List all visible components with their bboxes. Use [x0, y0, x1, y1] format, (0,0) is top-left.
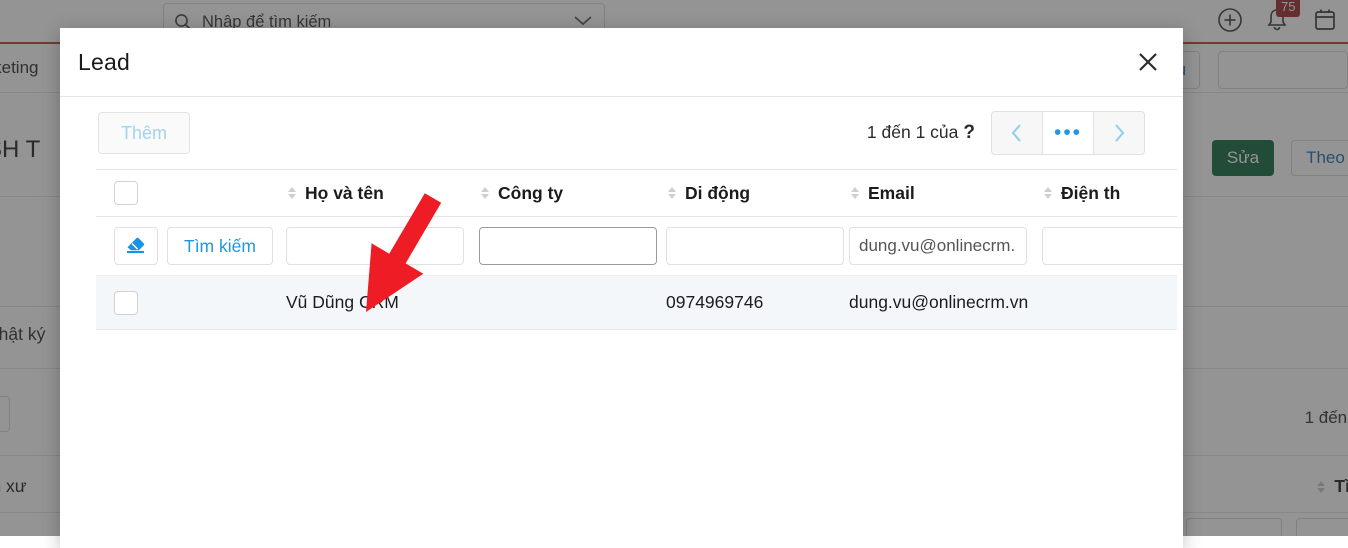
pagination-more-button[interactable]: ••• — [1043, 112, 1094, 154]
column-header-company[interactable]: Công ty — [479, 169, 666, 217]
cell-name: Vũ Dũng CRM — [286, 275, 479, 330]
filter-cell-tools: Tìm kiếm — [96, 216, 286, 276]
select-all-checkbox[interactable] — [114, 181, 138, 205]
column-header-name-label: Họ và tên — [305, 182, 384, 203]
cell-company — [479, 275, 666, 330]
column-header-name[interactable]: Họ và tên — [286, 169, 479, 217]
row-select-cell[interactable] — [96, 275, 286, 330]
column-header-email[interactable]: Email — [849, 169, 1042, 217]
modal-title: Lead — [78, 48, 130, 75]
chevron-left-icon[interactable] — [992, 112, 1043, 154]
filter-cell-mobile — [666, 216, 849, 276]
filter-cell-email — [849, 216, 1042, 276]
column-header-company-label: Công ty — [498, 182, 564, 203]
pagination-total-unknown: ? — [963, 122, 975, 143]
lead-table: Họ và tên Công ty Di động Email Điện th … — [96, 169, 1183, 330]
row-checkbox[interactable] — [114, 290, 138, 315]
sort-icon — [1044, 187, 1052, 199]
sort-icon — [288, 187, 296, 199]
modal-header: Lead — [60, 28, 1183, 97]
cell-phone — [1042, 275, 1177, 330]
filter-input-email[interactable] — [849, 227, 1027, 265]
filter-input-phone[interactable] — [1042, 227, 1183, 265]
column-header-mobile-label: Di động — [685, 182, 751, 203]
chevron-right-icon[interactable] — [1094, 112, 1144, 154]
table-header-row: Họ và tên Công ty Di động Email Điện th — [96, 169, 1177, 217]
column-header-email-label: Email — [868, 182, 915, 203]
clear-filters-button[interactable] — [114, 227, 158, 265]
sort-icon — [851, 187, 859, 199]
column-header-select-all[interactable] — [96, 169, 286, 217]
pagination: 1 đến 1 của? ••• — [867, 111, 1145, 155]
lead-table-container: Họ và tên Công ty Di động Email Điện th … — [60, 169, 1183, 330]
eraser-icon — [124, 233, 148, 260]
pagination-buttons: ••• — [991, 111, 1145, 155]
lead-modal: Lead Thêm 1 đến 1 của? ••• Họ và tên Côn… — [60, 28, 1183, 548]
filter-input-name[interactable] — [286, 227, 464, 265]
filter-cell-company — [479, 216, 666, 276]
add-button[interactable]: Thêm — [98, 112, 190, 154]
cell-email: dung.vu@onlinecrm.vn — [849, 275, 1042, 330]
column-header-phone[interactable]: Điện th — [1042, 169, 1177, 217]
pagination-range: 1 đến 1 của — [866, 122, 959, 142]
modal-toolbar: Thêm 1 đến 1 của? ••• — [60, 97, 1183, 169]
filter-cell-name — [286, 216, 479, 276]
column-header-mobile[interactable]: Di động — [666, 169, 849, 217]
cell-mobile: 0974969746 — [666, 275, 849, 330]
sort-icon — [668, 187, 676, 199]
sort-icon — [481, 187, 489, 199]
close-icon[interactable] — [1131, 45, 1165, 79]
filter-cell-phone — [1042, 216, 1183, 276]
search-button[interactable]: Tìm kiếm — [167, 227, 273, 265]
table-row[interactable]: Vũ Dũng CRM 0974969746 dung.vu@onlinecrm… — [96, 275, 1177, 330]
column-header-phone-label: Điện th — [1061, 182, 1121, 203]
filter-input-company[interactable] — [479, 227, 657, 265]
filter-input-mobile[interactable] — [666, 227, 844, 265]
pagination-label: 1 đến 1 của? — [867, 122, 975, 144]
table-filter-row: Tìm kiếm — [96, 216, 1183, 276]
